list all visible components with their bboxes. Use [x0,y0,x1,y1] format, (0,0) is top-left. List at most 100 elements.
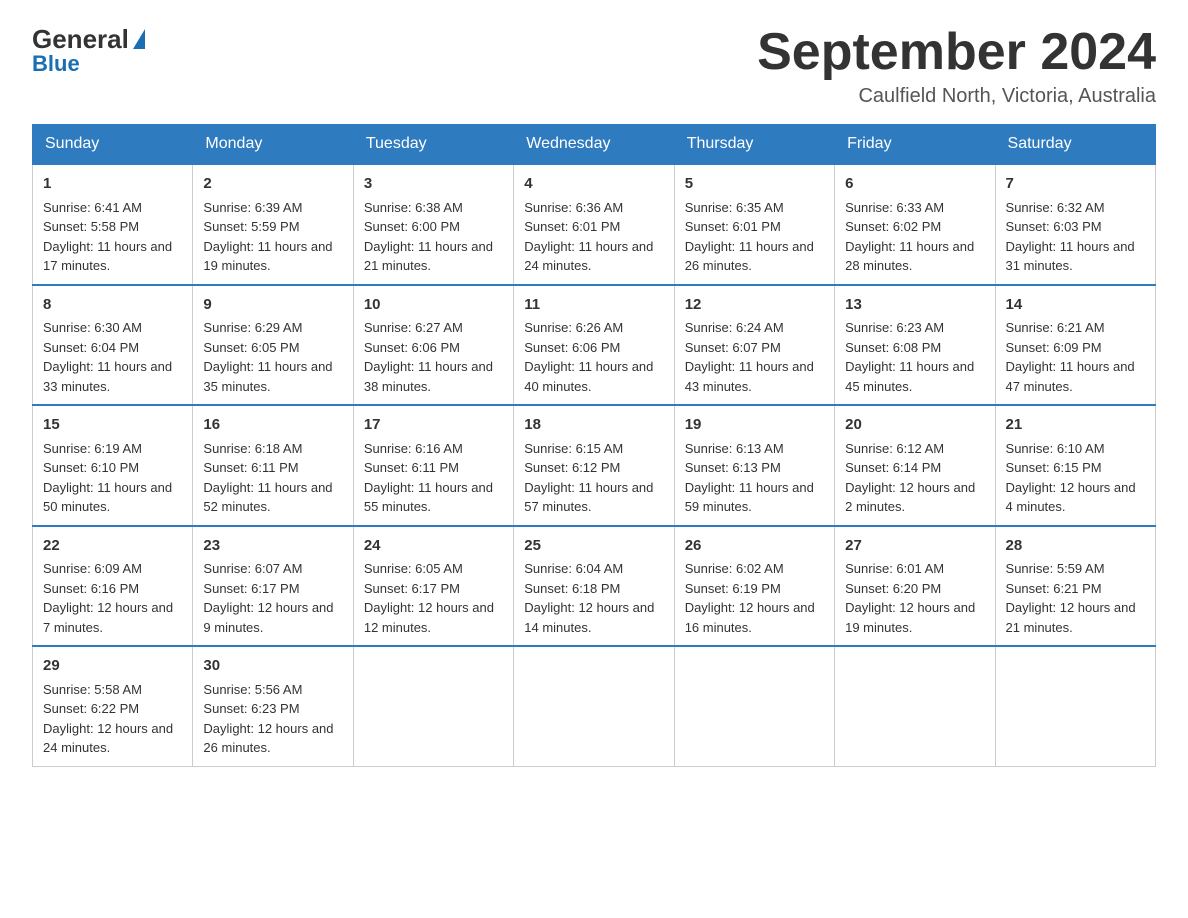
sunrise-text: Sunrise: 6:32 AM [1006,200,1105,215]
day-cell-30: 30Sunrise: 5:56 AMSunset: 6:23 PMDayligh… [193,646,353,766]
day-cell-14: 14Sunrise: 6:21 AMSunset: 6:09 PMDayligh… [995,285,1155,406]
day-number: 11 [524,294,663,317]
day-number: 27 [845,535,984,558]
sunrise-text: Sunrise: 5:58 AM [43,682,142,697]
day-cell-16: 16Sunrise: 6:18 AMSunset: 6:11 PMDayligh… [193,405,353,526]
day-cell-23: 23Sunrise: 6:07 AMSunset: 6:17 PMDayligh… [193,526,353,647]
day-cell-26: 26Sunrise: 6:02 AMSunset: 6:19 PMDayligh… [674,526,834,647]
empty-cell [995,646,1155,766]
calendar-table: SundayMondayTuesdayWednesdayThursdayFrid… [32,124,1156,767]
sunset-text: Sunset: 5:59 PM [203,219,299,234]
day-number: 12 [685,294,824,317]
sunset-text: Sunset: 6:04 PM [43,340,139,355]
daylight-text: Daylight: 12 hours and 16 minutes. [685,600,815,635]
sunset-text: Sunset: 6:09 PM [1006,340,1102,355]
empty-cell [514,646,674,766]
sunset-text: Sunset: 6:10 PM [43,460,139,475]
week-row-5: 29Sunrise: 5:58 AMSunset: 6:22 PMDayligh… [33,646,1156,766]
day-cell-24: 24 Sunrise: 6:05 AM Sunset: 6:17 PM Dayligh… [353,526,513,647]
sunset-text: Sunset: 6:13 PM [685,460,781,475]
day-header-friday: Friday [835,125,995,165]
sunrise-text: Sunrise: 6:05 AM [364,561,463,576]
empty-cell [674,646,834,766]
sunset-text: Sunset: 6:06 PM [364,340,460,355]
day-header-wednesday: Wednesday [514,125,674,165]
daylight-text: Daylight: 12 hours and 14 minutes. [524,600,654,635]
daylight-text: Daylight: 12 hours and 24 minutes. [43,721,173,756]
day-cell-5: 5Sunrise: 6:35 AMSunset: 6:01 PMDaylight… [674,164,834,285]
sunrise-text: Sunrise: 6:23 AM [845,320,944,335]
week-row-3: 15Sunrise: 6:19 AMSunset: 6:10 PMDayligh… [33,405,1156,526]
sunset-text: Sunset: 6:15 PM [1006,460,1102,475]
day-cell-4: 4Sunrise: 6:36 AMSunset: 6:01 PMDaylight… [514,164,674,285]
day-cell-27: 27Sunrise: 6:01 AMSunset: 6:20 PMDayligh… [835,526,995,647]
day-number: 20 [845,414,984,437]
sunrise-text: Sunrise: 6:26 AM [524,320,623,335]
day-number: 24 [364,535,503,558]
day-cell-19: 19Sunrise: 6:13 AMSunset: 6:13 PMDayligh… [674,405,834,526]
day-number: 6 [845,173,984,196]
sunrise-text: Sunrise: 6:27 AM [364,320,463,335]
day-cell-22: 22Sunrise: 6:09 AMSunset: 6:16 PMDayligh… [33,526,193,647]
daylight-text: Daylight: 11 hours and 47 minutes. [1006,359,1135,394]
sunset-text: Sunset: 6:21 PM [1006,581,1102,596]
sunrise-text: Sunrise: 6:09 AM [43,561,142,576]
daylight-text: Daylight: 11 hours and 45 minutes. [845,359,974,394]
sunset-text: Sunset: 6:01 PM [685,219,781,234]
day-number: 18 [524,414,663,437]
sunset-text: Sunset: 6:00 PM [364,219,460,234]
day-header-saturday: Saturday [995,125,1155,165]
day-cell-18: 18Sunrise: 6:15 AMSunset: 6:12 PMDayligh… [514,405,674,526]
daylight-text: Daylight: 12 hours and 2 minutes. [845,480,975,515]
day-number: 3 [364,173,503,196]
sunrise-text: Sunrise: 6:15 AM [524,441,623,456]
day-cell-21: 21Sunrise: 6:10 AMSunset: 6:15 PMDayligh… [995,405,1155,526]
empty-cell [835,646,995,766]
sunset-text: Sunset: 6:11 PM [203,460,298,475]
sunrise-text: Sunrise: 6:18 AM [203,441,302,456]
day-header-monday: Monday [193,125,353,165]
empty-cell [353,646,513,766]
sunset-text: Sunset: 6:11 PM [364,460,459,475]
sunrise-text: Sunrise: 6:33 AM [845,200,944,215]
day-number: 2 [203,173,342,196]
sunset-text: Sunset: 6:01 PM [524,219,620,234]
sunrise-text: Sunrise: 6:13 AM [685,441,784,456]
sunset-text: Sunset: 6:08 PM [845,340,941,355]
sunset-text: Sunset: 6:06 PM [524,340,620,355]
day-number: 7 [1006,173,1145,196]
day-number: 28 [1006,535,1145,558]
days-header-row: SundayMondayTuesdayWednesdayThursdayFrid… [33,125,1156,165]
sunrise-text: Sunrise: 6:39 AM [203,200,302,215]
day-cell-2: 2Sunrise: 6:39 AMSunset: 5:59 PMDaylight… [193,164,353,285]
sunrise-text: Sunrise: 6:04 AM [524,561,623,576]
daylight-text: Daylight: 12 hours and 12 minutes. [364,600,494,635]
daylight-text: Daylight: 11 hours and 28 minutes. [845,239,974,274]
day-cell-29: 29Sunrise: 5:58 AMSunset: 6:22 PMDayligh… [33,646,193,766]
day-cell-20: 20Sunrise: 6:12 AMSunset: 6:14 PMDayligh… [835,405,995,526]
sunset-text: Sunset: 6:07 PM [685,340,781,355]
day-number: 26 [685,535,824,558]
daylight-text: Daylight: 11 hours and 57 minutes. [524,480,653,515]
sunrise-text: Sunrise: 6:41 AM [43,200,142,215]
week-row-2: 8Sunrise: 6:30 AMSunset: 6:04 PMDaylight… [33,285,1156,406]
day-cell-10: 10Sunrise: 6:27 AMSunset: 6:06 PMDayligh… [353,285,513,406]
day-number: 23 [203,535,342,558]
sunrise-text: Sunrise: 6:29 AM [203,320,302,335]
day-number: 19 [685,414,824,437]
day-number: 15 [43,414,182,437]
page-header: General Blue September 2024 Caulfield No… [32,24,1156,108]
daylight-text: Daylight: 11 hours and 55 minutes. [364,480,493,515]
day-number: 29 [43,655,182,678]
day-number: 1 [43,173,182,196]
daylight-text: Daylight: 11 hours and 50 minutes. [43,480,172,515]
day-cell-7: 7Sunrise: 6:32 AMSunset: 6:03 PMDaylight… [995,164,1155,285]
day-cell-8: 8Sunrise: 6:30 AMSunset: 6:04 PMDaylight… [33,285,193,406]
sunset-text: Sunset: 6:17 PM [364,581,460,596]
daylight-text: Daylight: 12 hours and 26 minutes. [203,721,333,756]
day-header-sunday: Sunday [33,125,193,165]
daylight-text: Daylight: 11 hours and 26 minutes. [685,239,814,274]
day-number: 10 [364,294,503,317]
daylight-text: Daylight: 12 hours and 9 minutes. [203,600,333,635]
day-cell-12: 12Sunrise: 6:24 AMSunset: 6:07 PMDayligh… [674,285,834,406]
